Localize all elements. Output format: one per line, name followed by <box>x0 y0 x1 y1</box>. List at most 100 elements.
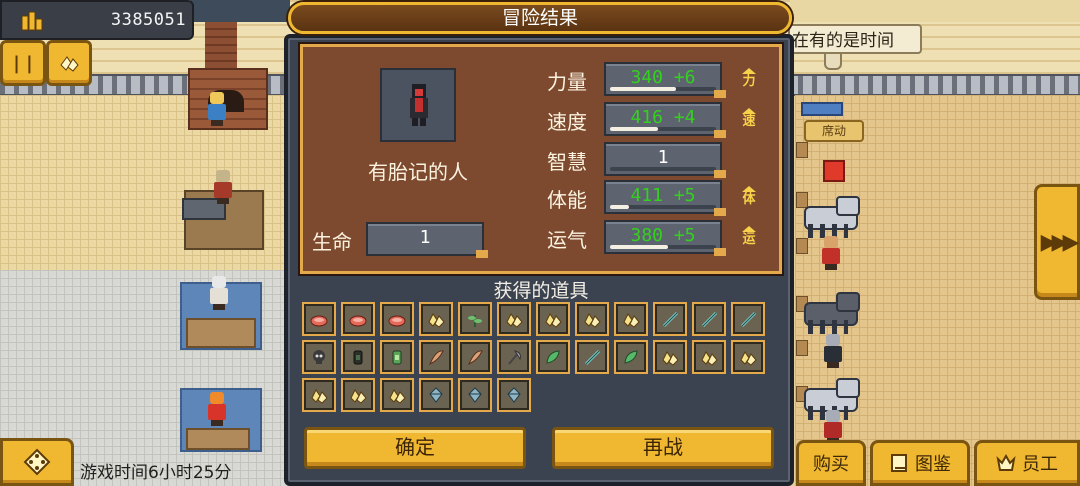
stat-bar-fill <box>610 87 676 91</box>
stall-post <box>796 340 808 356</box>
item-slot[interactable] <box>419 378 453 412</box>
item-slot[interactable] <box>341 378 375 412</box>
item-slot[interactable] <box>692 302 726 336</box>
item-slot[interactable] <box>302 302 336 336</box>
axe-icon <box>508 350 521 365</box>
item-slot[interactable] <box>497 378 531 412</box>
horse[interactable] <box>800 196 862 240</box>
sword-icon <box>584 349 601 366</box>
next-area-button[interactable]: ▶▶▶ <box>1034 184 1080 300</box>
blacksmith-worker[interactable] <box>206 92 228 126</box>
gold-ore-icon <box>662 351 679 366</box>
character-portrait <box>380 68 456 142</box>
meat-icon <box>349 315 367 327</box>
game-time: 游戏时间6小时25分 <box>80 463 232 483</box>
gold-ore-icon <box>545 313 562 328</box>
gold-ore-icon <box>350 389 367 404</box>
item-slot[interactable] <box>302 340 336 374</box>
stable-worker[interactable] <box>822 410 844 444</box>
hint-tab <box>824 52 842 70</box>
gold-icon <box>60 56 79 72</box>
crown-icon <box>996 453 1016 471</box>
item-slot[interactable] <box>341 302 375 336</box>
stall-post <box>796 142 808 158</box>
meat-icon <box>310 315 328 327</box>
gold-ore-icon <box>428 313 445 328</box>
wall-top-right <box>790 0 1080 22</box>
tailor-worker[interactable] <box>208 276 230 310</box>
dpad-icon <box>23 448 51 476</box>
merchant-worker[interactable] <box>206 392 228 426</box>
stat-up-icon: 速 <box>739 108 759 132</box>
item-slot[interactable] <box>536 340 570 374</box>
gold-ore-icon <box>701 351 718 366</box>
item-slot[interactable] <box>419 302 453 336</box>
item-slot[interactable] <box>458 302 492 336</box>
item-slot[interactable] <box>731 340 765 374</box>
meat-icon <box>388 315 406 327</box>
item-slot[interactable] <box>614 302 648 336</box>
red-marker[interactable] <box>823 160 845 182</box>
move-button[interactable] <box>0 438 74 486</box>
stat-value: 1 <box>657 147 669 168</box>
item-slot[interactable] <box>341 340 375 374</box>
leaf-icon <box>624 350 638 364</box>
item-slot[interactable] <box>653 340 687 374</box>
item-slot[interactable] <box>380 340 414 374</box>
item-slot[interactable] <box>497 340 531 374</box>
item-slot[interactable] <box>575 340 609 374</box>
item-slot[interactable] <box>575 302 609 336</box>
item-slot[interactable] <box>497 302 531 336</box>
merchant-desk[interactable] <box>186 428 250 450</box>
encyclopedia-button[interactable]: 图鉴 <box>870 440 970 486</box>
sword-icon <box>701 311 718 328</box>
character-name: 有胎记的人 <box>368 160 468 184</box>
item-slot[interactable] <box>380 378 414 412</box>
item-slot[interactable] <box>419 340 453 374</box>
potion-dark-icon <box>353 350 363 365</box>
life-value: 1 <box>419 227 431 248</box>
stable-worker[interactable] <box>822 334 844 368</box>
feather-icon <box>468 350 483 365</box>
item-slot[interactable] <box>380 302 414 336</box>
stat-label: 智慧 <box>547 150 587 174</box>
sword-icon <box>740 311 757 328</box>
buy-button[interactable]: 购买 <box>796 440 866 486</box>
stable-sign-bar <box>801 102 843 116</box>
gold-ore-icon <box>740 351 757 366</box>
item-slot[interactable] <box>614 340 648 374</box>
viking-worker[interactable] <box>212 170 234 204</box>
encyclopedia-label: 图鉴 <box>915 454 951 475</box>
item-slot[interactable] <box>731 302 765 336</box>
hooded-character-icon <box>410 84 428 126</box>
stable-worker[interactable] <box>820 236 842 270</box>
pause-button[interactable]: | | <box>0 40 46 86</box>
item-slot[interactable] <box>653 302 687 336</box>
leaf-icon <box>546 350 560 364</box>
items-title: 获得的道具 <box>493 280 589 302</box>
item-slot[interactable] <box>536 302 570 336</box>
staff-button[interactable]: 员工 <box>974 440 1080 486</box>
item-slot[interactable] <box>692 340 726 374</box>
item-slot[interactable] <box>302 378 336 412</box>
stat-up-icon: 体 <box>739 186 759 210</box>
money-bar: 3385051 <box>0 0 194 40</box>
book-icon <box>891 454 907 472</box>
fight-again-button[interactable]: 再战 <box>552 427 774 469</box>
wall-shadow <box>190 0 290 22</box>
item-slot[interactable] <box>458 340 492 374</box>
inventory-button[interactable] <box>46 40 92 86</box>
stat-value: 380 +5 <box>630 225 696 246</box>
herb-icon <box>468 315 482 327</box>
stable-label: 席动 <box>804 120 864 142</box>
tailor-desk[interactable] <box>186 318 256 348</box>
stat-label: 速度 <box>547 110 587 134</box>
stat-value-box: 411 +5 <box>604 180 726 216</box>
stat-bar-fill <box>610 205 629 209</box>
confirm-button[interactable]: 确定 <box>304 427 526 469</box>
item-slot[interactable] <box>458 378 492 412</box>
feather-icon <box>429 350 444 365</box>
gold-ore-icon <box>311 389 328 404</box>
horse[interactable] <box>800 292 862 336</box>
crystal-icon <box>468 387 482 403</box>
